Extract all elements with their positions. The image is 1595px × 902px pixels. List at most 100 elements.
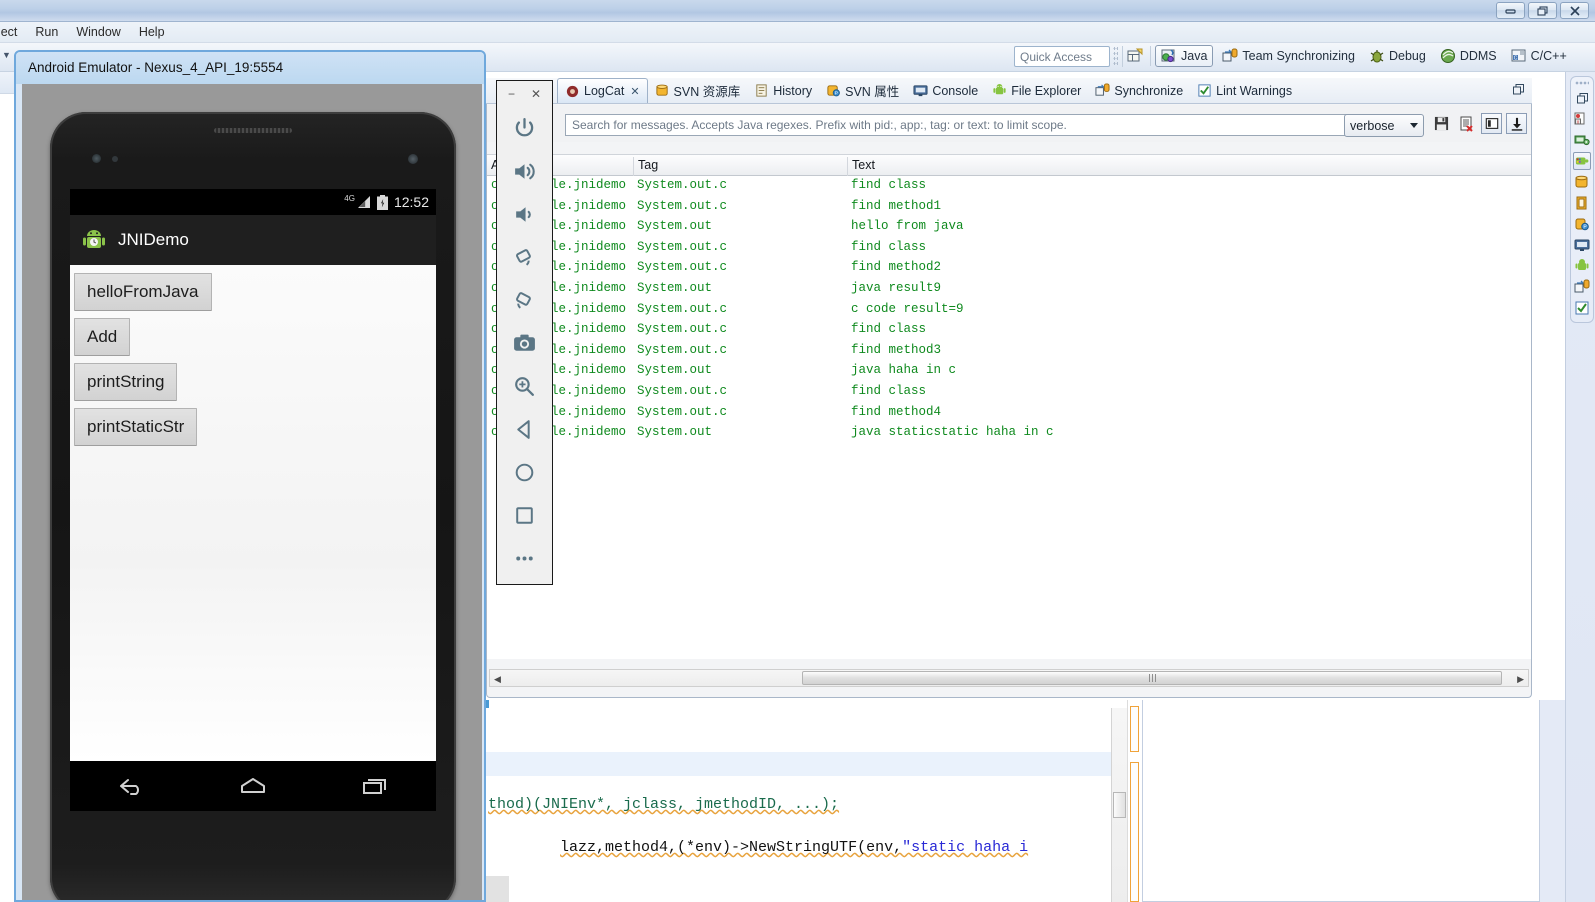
tab-svn-repository[interactable]: SVN 资源库	[648, 78, 748, 103]
close-icon[interactable]: ✕	[630, 85, 639, 98]
app-launcher-icon	[83, 230, 105, 248]
rotate-left-icon[interactable]	[496, 236, 553, 279]
table-row[interactable]: om.example.jnidemo System.out.c find metho…	[487, 197, 1531, 218]
editor-code-surface[interactable]: thod)(JNIEnv*, jclass, jmethodID, ...); …	[486, 708, 1111, 902]
console-view-icon[interactable]	[1573, 236, 1591, 254]
android-emulator-window[interactable]: Android Emulator - Nexus_4_API_19:5554 4…	[14, 50, 486, 902]
eclipse-ide-window: oject Run Window Help ▼ Quick Access	[0, 0, 1595, 902]
column-header-tag[interactable]: Tag	[633, 157, 847, 176]
table-row[interactable]: om.example.jnidemo System.out.c find metho…	[487, 341, 1531, 362]
home-icon[interactable]	[496, 451, 553, 494]
recents-nav-icon[interactable]	[358, 774, 392, 798]
table-row[interactable]: om.example.jnidemo System.out hello from j…	[487, 217, 1531, 238]
screenshot-icon[interactable]	[496, 322, 553, 365]
menu-item-window[interactable]: Window	[67, 23, 129, 41]
warning-marker[interactable]	[1130, 706, 1139, 752]
logcat-small-icon[interactable]	[1573, 152, 1591, 170]
open-perspective-button[interactable]	[1124, 46, 1146, 66]
perspective-debug[interactable]: Debug	[1364, 46, 1431, 66]
button-hellofromjava[interactable]: helloFromJava	[74, 273, 212, 311]
tab-console[interactable]: Console	[906, 78, 985, 103]
svn-repo-small-icon[interactable]	[1573, 173, 1591, 191]
table-row[interactable]: om.example.jnidemo System.out java haha in…	[487, 361, 1531, 382]
perspective-ddms[interactable]: DDMS	[1435, 46, 1502, 66]
svn-props-small-icon[interactable]: P	[1573, 215, 1591, 233]
tab-logcat[interactable]: LogCat ✕	[557, 78, 648, 103]
back-icon[interactable]	[496, 408, 553, 451]
console-small-icon[interactable]	[1573, 131, 1591, 149]
tab-file-explorer[interactable]: File Explorer	[985, 78, 1088, 103]
menu-item-project[interactable]: oject	[0, 23, 26, 41]
view-menu-icon[interactable]	[1513, 84, 1524, 98]
back-nav-icon[interactable]	[114, 774, 148, 798]
volume-up-icon[interactable]	[496, 150, 553, 193]
fast-view-grip-icon[interactable]	[1575, 81, 1589, 86]
clear-log-icon[interactable]	[1456, 113, 1477, 134]
home-nav-icon[interactable]	[236, 774, 270, 798]
save-log-icon[interactable]	[1431, 113, 1452, 134]
table-row[interactable]: om.example.jnidemo System.out.c c code res…	[487, 300, 1531, 321]
scroll-lock-icon[interactable]	[1506, 113, 1527, 134]
close-window-button[interactable]	[1560, 2, 1589, 19]
power-icon[interactable]	[496, 107, 553, 150]
button-printstaticstr[interactable]: printStaticStr	[74, 408, 198, 446]
more-icon[interactable]	[496, 537, 553, 580]
logcat-scrollbar-thumb[interactable]	[802, 671, 1502, 685]
table-row[interactable]: om.example.jnidemo System.out java statics…	[487, 423, 1531, 444]
button-printstring[interactable]: printString	[74, 363, 178, 401]
editor-code-line-2-code: lazz,method4,(*env)->NewStringUTF(env,	[560, 839, 903, 856]
volume-down-icon[interactable]	[496, 193, 553, 236]
logcat-horizontal-scrollbar[interactable]: ◀ ▶	[489, 669, 1529, 687]
perspective-cpp[interactable]: C C/C++	[1506, 46, 1572, 66]
table-row[interactable]: om.example.jnidemo System.out.c find metho…	[487, 403, 1531, 424]
menu-item-help[interactable]: Help	[130, 23, 174, 41]
device-screen[interactable]: 4G 12:52 JNIDemo helloFromJava Add print…	[70, 189, 436, 811]
tab-lint-warnings[interactable]: Lint Warnings	[1190, 78, 1299, 103]
problems-icon[interactable]: x	[1573, 110, 1591, 128]
logcat-table-body[interactable]: om.example.jnidemo System.out.c find class…	[487, 176, 1531, 659]
zoom-icon[interactable]	[496, 365, 553, 408]
menu-item-run[interactable]: Run	[26, 23, 67, 41]
restore-window-button[interactable]	[1528, 2, 1557, 19]
table-row[interactable]: om.example.jnidemo System.out.c find class	[487, 238, 1531, 259]
table-row[interactable]: om.example.jnidemo System.out.c find class	[487, 382, 1531, 403]
file-explorer-small-icon[interactable]	[1573, 257, 1591, 275]
tab-history[interactable]: History	[747, 78, 819, 103]
table-row[interactable]: om.example.jnidemo System.out.c find metho…	[487, 258, 1531, 279]
editor-scrollbar-thumb[interactable]	[1113, 792, 1126, 818]
log-cell-tag: System.out.c	[637, 260, 728, 275]
emulator-minimize-button[interactable]: −	[508, 87, 515, 101]
tab-logcat-label: LogCat	[584, 84, 625, 98]
toolbar-overflow-chevron-icon[interactable]: ▼	[2, 50, 11, 60]
perspective-team-synchronizing[interactable]: Team Synchronizing	[1217, 46, 1360, 66]
tab-synchronize[interactable]: Synchronize	[1088, 78, 1190, 103]
network-type-label: 4G	[344, 194, 355, 203]
logcat-search-input[interactable]: Search for messages. Accepts Java regexe…	[565, 114, 1351, 136]
lint-warnings-small-icon[interactable]	[1573, 299, 1591, 317]
emulator-close-button[interactable]: ✕	[531, 87, 541, 101]
logcat-level-select[interactable]: verbose	[1344, 114, 1424, 137]
history-small-icon[interactable]	[1573, 194, 1591, 212]
overview-icon[interactable]	[496, 494, 553, 537]
table-row[interactable]: om.example.jnidemo System.out.c find class	[487, 176, 1531, 197]
column-header-text[interactable]: Text	[847, 157, 1531, 176]
restore-view-icon[interactable]	[1573, 89, 1591, 107]
quick-access-input[interactable]: Quick Access	[1014, 46, 1110, 67]
ddms-icon	[1440, 49, 1455, 63]
tab-svn-properties[interactable]: P SVN 属性	[819, 78, 906, 103]
toolbar-grip[interactable]	[1113, 46, 1118, 67]
view-tab-bar: LogCat ✕ SVN 资源库 History P SVN 属性 Consol…	[486, 78, 1532, 104]
perspective-java[interactable]: Java	[1155, 45, 1214, 67]
table-row[interactable]: om.example.jnidemo System.out java result9	[487, 279, 1531, 300]
emulator-side-toolbar: − ✕	[496, 80, 553, 585]
display-options-icon[interactable]	[1481, 113, 1502, 134]
table-row[interactable]: om.example.jnidemo System.out.c find class	[487, 320, 1531, 341]
button-add[interactable]: Add	[74, 318, 131, 356]
logcat-table-header: Application Tag Text	[487, 154, 1531, 176]
editor-overview-ruler[interactable]	[1127, 700, 1141, 902]
rotate-right-icon[interactable]	[496, 279, 553, 322]
minimize-window-button[interactable]	[1496, 2, 1525, 19]
editor-vertical-scrollbar[interactable]	[1111, 708, 1127, 902]
synchronize-small-icon[interactable]	[1573, 278, 1591, 296]
warning-marker[interactable]	[1130, 762, 1139, 902]
